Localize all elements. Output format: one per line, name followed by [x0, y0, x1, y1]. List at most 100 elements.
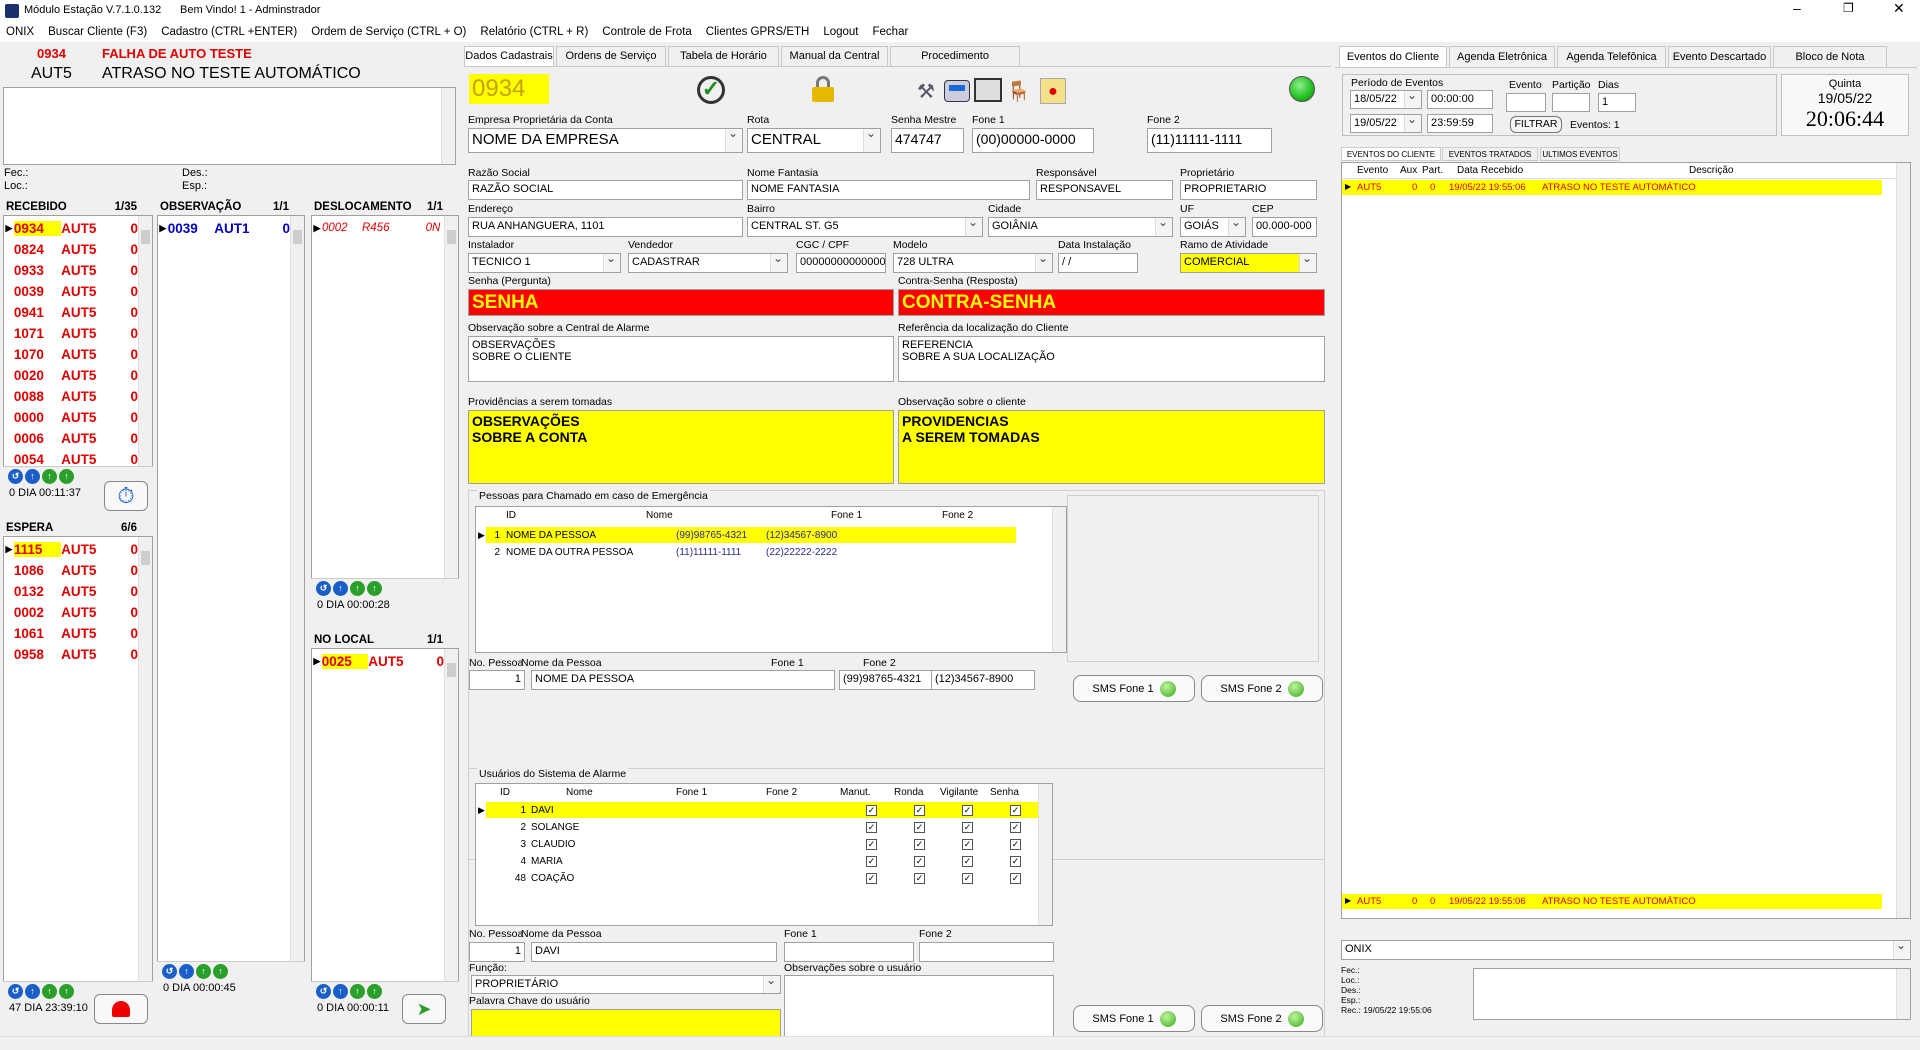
rota-field[interactable]: CENTRAL — [747, 128, 881, 153]
usuarios-row[interactable]: 3 CLAUDIO ✓ ✓ ✓ ✓ — [486, 836, 1038, 852]
siren-icon[interactable] — [94, 994, 148, 1024]
event-row[interactable]: ▶ AUT5 0 0 19/05/22 19:55:06 ATRASO NO TESTE … — [1342, 180, 1882, 195]
nav-arrow-icon[interactable]: ↑ — [350, 984, 365, 999]
queue-row[interactable]: 0020 AUT5 0 — [4, 365, 138, 385]
checkbox[interactable]: ✓ — [914, 821, 925, 833]
nav-arrow-icon[interactable]: ↑ — [25, 984, 40, 999]
date-to[interactable]: 19/05/22 — [1350, 114, 1422, 133]
senha_mestre-field[interactable]: 474747 — [891, 128, 964, 153]
arrival-icon[interactable]: ➤ — [402, 994, 446, 1024]
nav-arrow-icon[interactable]: ↑ — [350, 581, 365, 596]
evento-input[interactable] — [1506, 93, 1546, 112]
proprietario-field[interactable]: PROPRIETARIO — [1180, 180, 1317, 200]
queue-list[interactable]: ▶ 0002 R456 0 N — [311, 215, 459, 579]
pessoas-f1-field[interactable]: (99)98765-4321 — [839, 670, 943, 690]
queue-row[interactable]: 1061 AUT5 0 — [4, 623, 138, 643]
empresa-field[interactable]: NOME DA EMPRESA — [468, 128, 743, 153]
queue-scrollbar[interactable] — [444, 649, 458, 981]
event-row-bottom[interactable]: ▶ AUT5 0 0 19/05/22 19:55:06 ATRASO NO TESTE … — [1342, 894, 1882, 909]
checkbox[interactable]: ✓ — [962, 804, 973, 816]
bairro-field[interactable]: CENTRAL ST. G5 — [747, 217, 983, 237]
queue-list[interactable]: ▶ 1115 AUT5 0 1086 AUT5 0 0132 AUT5 0 0002 AUT5 0 106… — [3, 536, 153, 982]
tab-3[interactable]: Manual da Central — [781, 46, 888, 66]
queue-row[interactable]: 0039 AUT5 0 — [4, 281, 138, 301]
data_inst-field[interactable]: / / — [1058, 253, 1138, 273]
menu-item[interactable]: Clientes GPRS/ETH — [706, 26, 810, 38]
time-to[interactable]: 23:59:59 — [1427, 114, 1493, 133]
nav-arrow-icon[interactable]: ↑ — [333, 984, 348, 999]
palavra-field[interactable] — [471, 1009, 781, 1037]
usuarios-row[interactable]: ▶ 1 DAVI ✓ ✓ ✓ ✓ — [478, 802, 1038, 818]
right-tab-3[interactable]: Evento Descartado — [1668, 46, 1771, 68]
alert-notes[interactable] — [3, 87, 456, 165]
checkbox[interactable]: ✓ — [914, 838, 925, 850]
nav-arrow-icon[interactable]: ↺ — [162, 964, 177, 979]
right-tab-4[interactable]: Bloco de Nota — [1773, 46, 1887, 68]
usuarios-f1-field[interactable] — [784, 942, 914, 962]
queue-row[interactable]: ▶ 0039 AUT1 0 — [158, 218, 290, 238]
tab-0[interactable]: Dados Cadastrais — [464, 46, 554, 66]
queue-row[interactable]: 0002 AUT5 0 — [4, 602, 138, 622]
usuarios-row[interactable]: 48 COAÇÃO ✓ ✓ ✓ ✓ — [486, 870, 1038, 886]
pessoas-sms1-button[interactable]: SMS Fone 1 — [1073, 675, 1195, 702]
cep-field[interactable]: 00.000-000 — [1252, 217, 1317, 237]
chair-icon[interactable]: 🪑 — [1006, 79, 1032, 103]
sub-tab-1[interactable]: EVENTOS TRATADOS — [1442, 147, 1538, 161]
tab-1[interactable]: Ordens de Serviço — [556, 46, 666, 66]
usuarios-row[interactable]: 2 SOLANGE ✓ ✓ ✓ ✓ — [486, 819, 1038, 835]
checkbox[interactable]: ✓ — [962, 838, 973, 850]
queue-row[interactable]: 0088 AUT5 0 — [4, 386, 138, 406]
queue-row[interactable]: ▶ 0934 AUT5 0 — [4, 218, 138, 238]
queue-row[interactable]: 0000 AUT5 0 — [4, 407, 138, 427]
queue-row[interactable]: ▶ 1115 AUT5 0 — [4, 539, 138, 559]
sub-tab-0[interactable]: EVENTOS DO CLIENTE — [1341, 147, 1441, 161]
cidade-field[interactable]: GOIÂNIA — [988, 217, 1173, 237]
tab-2[interactable]: Tabela de Horário — [668, 46, 779, 66]
queue-list[interactable]: ▶ 0934 AUT5 0 0824 AUT5 0 0933 AUT5 0 0039 AUT5 0 094… — [3, 215, 153, 467]
close-window-button[interactable]: ✕ — [1893, 0, 1905, 17]
bottom-notes[interactable] — [1473, 968, 1911, 1020]
checkbox[interactable]: ✓ — [1010, 838, 1021, 850]
responsavel-field[interactable]: RESPONSAVEL — [1036, 180, 1173, 200]
checkbox[interactable]: ✓ — [1010, 872, 1021, 884]
checkbox[interactable]: ✓ — [914, 804, 925, 816]
obs-central-field[interactable]: OBSERVAÇÕES SOBRE O CLIENTE — [468, 336, 894, 382]
pessoas-row[interactable]: 2 NOME DA OUTRA PESSOA (11)11111-1111 (22)2… — [486, 544, 1016, 560]
map-pin-icon[interactable]: ● — [1040, 78, 1066, 104]
events-grid[interactable]: Evento Aux Part. Data Recebido Descrição ▶ AU… — [1341, 162, 1911, 919]
queue-row[interactable]: ▶ 0002 R456 0 N — [312, 218, 444, 238]
instalador-field[interactable]: TECNICO 1 — [468, 253, 621, 273]
menu-item[interactable]: Buscar Cliente (F3) — [48, 26, 147, 38]
vendedor-field[interactable]: CADASTRAR — [628, 253, 788, 273]
modelo-field[interactable]: 728 ULTRA — [893, 253, 1053, 273]
queue-row[interactable]: 1070 AUT5 0 — [4, 344, 138, 364]
cgc-field[interactable]: 00000000000000 — [796, 253, 886, 273]
queue-scrollbar[interactable] — [444, 216, 458, 578]
dias-input[interactable]: 1 — [1598, 93, 1636, 112]
obs-cliente-field[interactable]: PROVIDENCIAS A SEREM TOMADAS — [898, 410, 1325, 484]
checkbox[interactable]: ✓ — [1010, 821, 1021, 833]
nav-arrow-icon[interactable]: ↑ — [333, 581, 348, 596]
nav-arrow-icon[interactable]: ↑ — [367, 984, 382, 999]
checkbox[interactable]: ✓ — [866, 804, 877, 816]
nav-arrow-icon[interactable]: ↑ — [196, 964, 211, 979]
nav-arrow-icon[interactable]: ↺ — [8, 469, 23, 484]
queue-list[interactable]: ▶ 0025 AUT5 0 — [311, 648, 459, 982]
checkbox[interactable]: ✓ — [1010, 804, 1021, 816]
usuarios-no-field[interactable]: 1 — [469, 942, 525, 962]
monitor-icon[interactable] — [974, 78, 1002, 102]
checkbox[interactable]: ✓ — [866, 872, 877, 884]
tools-icon[interactable]: ⚒ — [917, 79, 941, 103]
pessoas-row[interactable]: ▶ 1 NOME DA PESSOA (99)98765-4321 (12)34567-… — [478, 527, 1016, 543]
providencias-field[interactable]: OBSERVAÇÕES SOBRE A CONTA — [468, 410, 894, 484]
usuarios-f2-field[interactable] — [919, 942, 1054, 962]
usuarios-grid[interactable]: ID Nome Fone 1 Fone 2 Manut. Ronda Vigilante Se… — [475, 783, 1053, 926]
pessoas-sms2-button[interactable]: SMS Fone 2 — [1201, 675, 1323, 702]
checkbox[interactable]: ✓ — [1010, 855, 1021, 867]
nav-arrow-icon[interactable]: ↑ — [42, 469, 57, 484]
menu-item[interactable]: Controle de Frota — [602, 26, 692, 38]
nav-arrow-icon[interactable]: ↺ — [8, 984, 23, 999]
nav-arrow-icon[interactable]: ↑ — [213, 964, 228, 979]
queue-row[interactable]: 0824 AUT5 0 — [4, 239, 138, 259]
vehicle-icon[interactable] — [944, 80, 970, 102]
